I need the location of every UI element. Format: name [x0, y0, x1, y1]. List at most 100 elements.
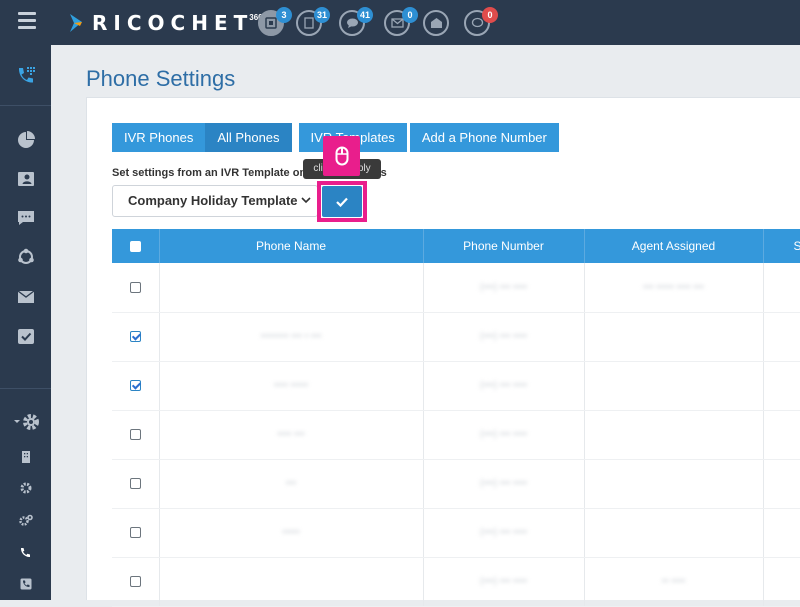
sidebar	[0, 45, 51, 600]
phone-keypad-icon[interactable]	[0, 61, 51, 91]
status-cell	[763, 312, 800, 362]
network-icon[interactable]	[0, 242, 51, 272]
mail-open-icon[interactable]	[423, 10, 449, 36]
pie-chart-icon[interactable]	[0, 125, 51, 155]
phone-name: •••• •••••	[273, 380, 309, 391]
phone-number-cell: (•••) ••• ••••	[423, 508, 585, 558]
comment-icon[interactable]: 0	[464, 7, 498, 36]
column-header-phone-name[interactable]: Phone Name	[159, 229, 424, 263]
status-cell	[763, 459, 800, 509]
phone-number: (•••) ••• ••••	[479, 576, 528, 587]
phone-number: (•••) ••• ••••	[479, 331, 528, 342]
row-checkbox[interactable]	[129, 428, 141, 440]
row-checkbox[interactable]	[129, 477, 141, 489]
phone-icon[interactable]	[0, 537, 51, 567]
document-icon[interactable]: 31	[296, 7, 330, 36]
tab-ivr-phones[interactable]: IVR Phones	[112, 123, 206, 152]
row-select-cell	[112, 508, 160, 558]
status-cell	[763, 557, 800, 607]
chat-badge: 41	[356, 7, 373, 23]
row-checkbox[interactable]	[129, 281, 141, 293]
checkmark-icon	[336, 197, 348, 207]
phone-number-cell: (•••) ••• ••••	[423, 361, 585, 411]
phone-name-cell: •••• •••	[159, 410, 424, 460]
mail-badge: 0	[402, 7, 418, 23]
dashboard-badge: 3	[276, 7, 292, 23]
document-badge: 31	[313, 7, 330, 23]
status-cell	[763, 263, 800, 313]
ivr-template-selected-value: Company Holiday Template	[128, 193, 298, 208]
agent-assigned-cell	[584, 410, 764, 460]
phone-name-cell: •••• •••••	[159, 361, 424, 411]
row-checkbox[interactable]	[129, 575, 141, 587]
phone-number: (•••) ••• ••••	[479, 380, 528, 391]
tab-add-phone-number[interactable]: Add a Phone Number	[409, 123, 559, 152]
ricochet-logo-icon	[68, 12, 86, 34]
phone-name-cell: •••••	[159, 508, 424, 558]
phone-name: •••••••• ••• • •••	[260, 331, 322, 342]
select-all-cell	[112, 229, 160, 263]
page-title: Phone Settings	[86, 66, 236, 91]
row-checkbox[interactable]	[129, 526, 141, 538]
phone-name: •••••	[282, 527, 300, 538]
gears-icon[interactable]	[0, 505, 51, 535]
phone-number-cell: (•••) ••• ••••	[423, 312, 585, 362]
row-select-cell	[112, 312, 160, 362]
phone-number: (•••) ••• ••••	[479, 281, 528, 293]
table-row[interactable]: ••• (•••) ••• ••••	[112, 459, 800, 509]
dashboard-icon[interactable]: 3	[258, 7, 292, 36]
brand-name: RICOCHET	[92, 11, 254, 35]
column-header-phone-number[interactable]: Phone Number	[423, 229, 585, 263]
table-row[interactable]: (•••) ••• •••• •• ••••	[112, 557, 800, 607]
row-select-cell	[112, 459, 160, 509]
small-gear-icon[interactable]	[0, 473, 51, 503]
agent-assigned: ••• ••••• •••• •••	[643, 281, 704, 293]
building-icon[interactable]	[0, 442, 51, 472]
apply-template-button[interactable]	[322, 186, 362, 217]
ivr-template-select[interactable]: Company Holiday Template	[112, 185, 318, 217]
table-row[interactable]: •••• ••• (•••) ••• ••••	[112, 410, 800, 460]
phone-number: (•••) ••• ••••	[479, 429, 528, 440]
tab-all-phones[interactable]: All Phones	[205, 123, 292, 152]
table-row[interactable]: ••••• (•••) ••• ••••	[112, 508, 800, 558]
column-header-agent-assigned[interactable]: Agent Assigned	[584, 229, 764, 263]
settings-gear-icon[interactable]	[0, 407, 51, 437]
agent-assigned-cell	[584, 361, 764, 411]
phone-number: (•••) ••• ••••	[479, 527, 528, 538]
sms-icon[interactable]	[0, 203, 51, 233]
agent-assigned-cell	[584, 459, 764, 509]
row-select-cell	[112, 557, 160, 607]
chevron-down-icon	[301, 186, 311, 229]
table-header-row: Phone Name Phone Number Agent Assigned S	[112, 229, 800, 263]
contacts-icon[interactable]	[0, 164, 51, 194]
comment-badge: 0	[482, 7, 498, 23]
table-row[interactable]: (•••) ••• •••• ••• ••••• •••• •••	[112, 263, 800, 313]
phone-name: •••	[285, 478, 297, 489]
table-row[interactable]: •••••••• ••• • ••• (•••) ••• ••••	[112, 312, 800, 362]
agent-assigned-cell	[584, 312, 764, 362]
row-select-cell	[112, 263, 160, 313]
task-check-icon[interactable]	[0, 321, 51, 351]
phone-number-cell: (•••) ••• ••••	[423, 263, 585, 313]
column-header-status[interactable]: S	[763, 229, 800, 263]
phone-box-icon[interactable]	[0, 569, 51, 599]
brand-logo[interactable]: RICOCHET 360	[68, 9, 263, 37]
phone-number-cell: (•••) ••• ••••	[423, 459, 585, 509]
row-checkbox[interactable]	[129, 379, 141, 391]
row-select-cell	[112, 410, 160, 460]
status-cell	[763, 410, 800, 460]
phone-number: (•••) ••• ••••	[479, 478, 528, 489]
mail-icon[interactable]: 0	[384, 7, 418, 36]
agent-assigned: •• ••••	[661, 576, 686, 587]
status-cell	[763, 508, 800, 558]
table-row[interactable]: •••• ••••• (•••) ••• ••••	[112, 361, 800, 411]
phone-number-cell: (•••) ••• ••••	[423, 410, 585, 460]
select-all-checkbox[interactable]	[129, 241, 141, 253]
chat-icon[interactable]: 41	[339, 7, 373, 36]
agent-assigned-cell: •• ••••	[584, 557, 764, 607]
envelope-icon[interactable]	[0, 282, 51, 312]
row-checkbox[interactable]	[129, 330, 141, 342]
hamburger-menu-icon[interactable]	[18, 12, 36, 30]
phone-number-cell: (•••) ••• ••••	[423, 557, 585, 607]
agent-assigned-cell	[584, 508, 764, 558]
